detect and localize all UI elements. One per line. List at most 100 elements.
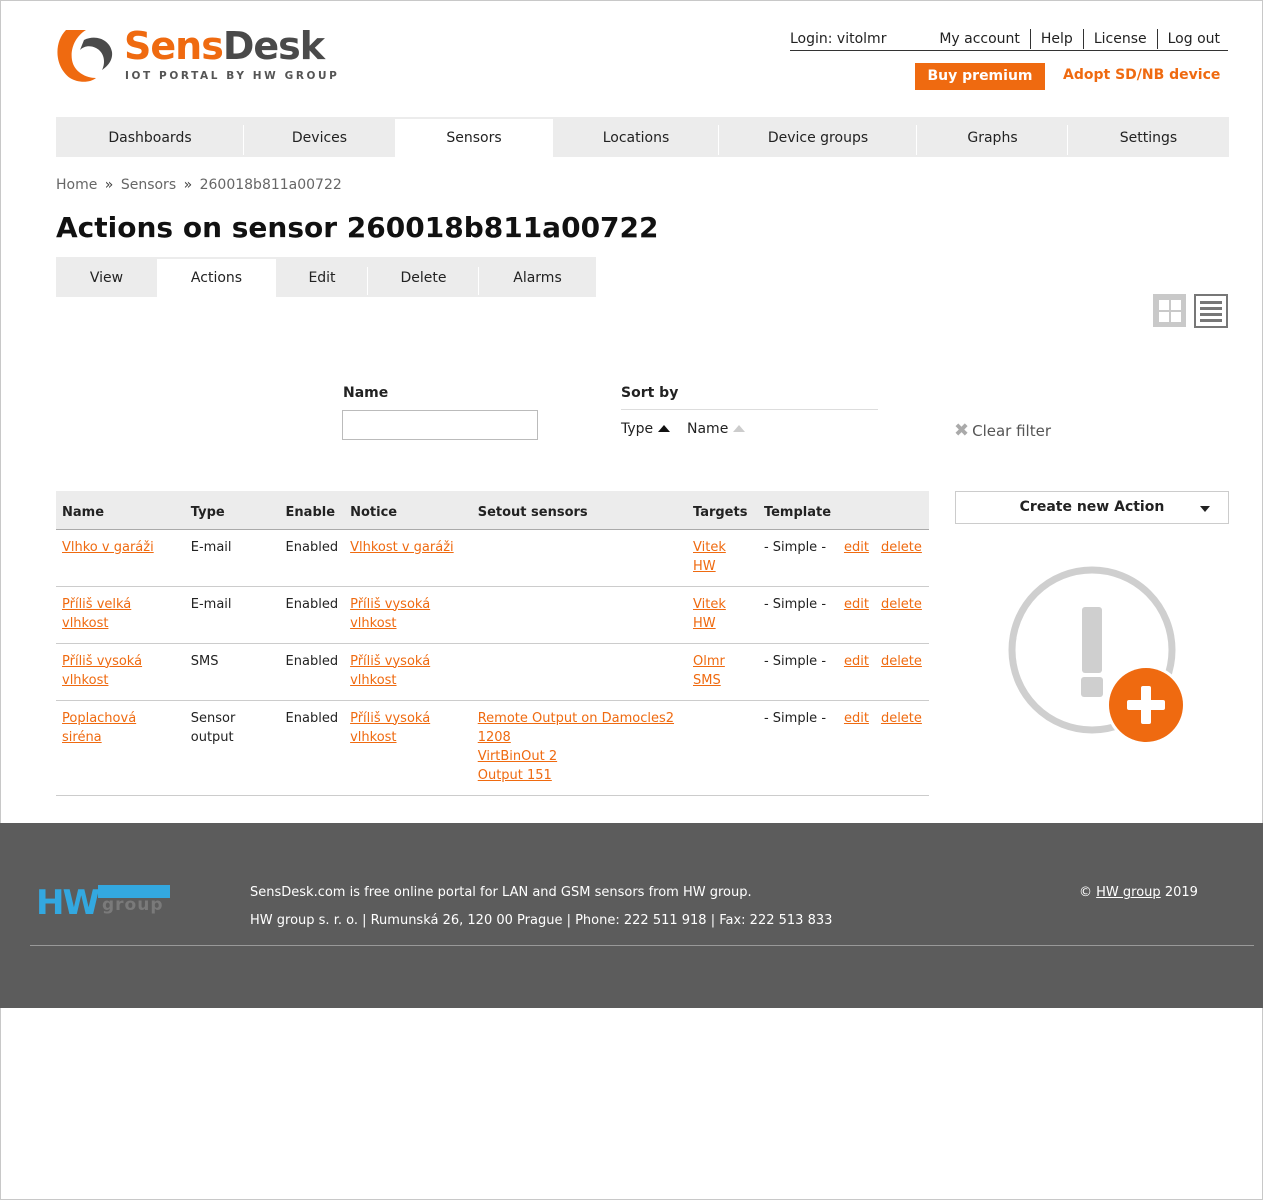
tab-view[interactable]: View xyxy=(56,257,157,297)
delete-link[interactable]: delete xyxy=(881,711,922,726)
nav-graphs[interactable]: Graphs xyxy=(917,117,1068,157)
setout-sensor-link[interactable]: VirtBinOut 2 xyxy=(478,749,557,764)
footer: HW group SensDesk.com is free online por… xyxy=(0,823,1263,1008)
setout-sensor-link[interactable]: Output 151 xyxy=(478,768,552,783)
footer-description: SensDesk.com is free online portal for L… xyxy=(250,885,752,900)
notice-link[interactable]: Příliš vysoká vlhkost xyxy=(350,711,430,745)
logout-link[interactable]: Log out xyxy=(1156,28,1228,49)
footer-address: HW group s. r. o. | Rumunská 26, 120 00 … xyxy=(250,913,833,928)
template-value: - Simple - xyxy=(757,700,838,796)
nav-locations[interactable]: Locations xyxy=(553,117,719,157)
col-type[interactable]: Type xyxy=(184,491,280,530)
tab-edit[interactable]: Edit xyxy=(276,257,368,297)
col-name[interactable]: Name xyxy=(56,491,185,530)
nav-dashboards[interactable]: Dashboards xyxy=(56,117,244,157)
sensdesk-logo-icon xyxy=(57,30,113,82)
action-enable: Enabled xyxy=(279,700,345,796)
target-link[interactable]: Olmr SMS xyxy=(693,654,725,688)
help-link[interactable]: Help xyxy=(1029,28,1083,49)
sensdesk-logo[interactable]: SensDesk IOT PORTAL BY HW GROUP xyxy=(56,24,337,86)
brand-name: SensDesk xyxy=(124,24,325,68)
tab-actions[interactable]: Actions xyxy=(157,259,276,297)
account-bar: Login: vitolmr My account Help License L… xyxy=(790,27,1228,51)
action-name-link[interactable]: Příliš vysoká vlhkost xyxy=(62,654,142,688)
col-setout[interactable]: Setout sensors xyxy=(471,491,687,530)
edit-link[interactable]: edit xyxy=(844,540,869,555)
tab-delete[interactable]: Delete xyxy=(368,257,479,297)
filter-name-label: Name xyxy=(343,385,389,401)
col-notice[interactable]: Notice xyxy=(344,491,472,530)
alert-add-icon[interactable] xyxy=(1005,565,1190,750)
breadcrumb-home[interactable]: Home xyxy=(56,177,97,193)
clear-x-icon: ✖ xyxy=(954,420,970,441)
edit-link[interactable]: edit xyxy=(844,711,869,726)
clear-filter-link[interactable]: ✖ Clear filter xyxy=(954,420,1051,441)
action-name-link[interactable]: Vlhko v garáži xyxy=(62,540,154,555)
login-text: Login: vitolmr xyxy=(790,30,887,47)
footer-copyright: © HW group 2019 xyxy=(1079,885,1198,900)
my-account-link[interactable]: My account xyxy=(929,29,1030,49)
action-type: SMS xyxy=(184,643,280,701)
nav-settings[interactable]: Settings xyxy=(1068,117,1229,157)
col-delete xyxy=(874,491,929,530)
notice-link[interactable]: Vlhkost v garáži xyxy=(350,540,454,555)
nav-devices[interactable]: Devices xyxy=(244,117,395,157)
sort-by-type[interactable]: Type xyxy=(621,421,671,437)
filter-name-input[interactable] xyxy=(342,410,538,440)
template-value: - Simple - xyxy=(757,643,838,701)
table-row: Příliš velká vlhkost E-mail Enabled Příl… xyxy=(56,586,929,644)
buy-premium-button[interactable]: Buy premium xyxy=(915,63,1045,90)
action-name-link[interactable]: Příliš velká vlhkost xyxy=(62,597,131,631)
action-type: E-mail xyxy=(184,586,280,644)
page-title: Actions on sensor 260018b811a00722 xyxy=(56,211,659,244)
setout-cell: Remote Output on Damocles2 1208 VirtBinO… xyxy=(471,700,687,796)
delete-link[interactable]: delete xyxy=(881,654,922,669)
create-new-action-button[interactable]: Create new Action xyxy=(955,491,1229,524)
hw-group-logo-icon[interactable]: HW group xyxy=(36,881,186,923)
sort-up-arrow-icon xyxy=(658,425,671,432)
brand-tagline: IOT PORTAL BY HW GROUP xyxy=(125,70,340,82)
template-value: - Simple - xyxy=(757,529,838,587)
adopt-device-link[interactable]: Adopt SD/NB device xyxy=(1063,67,1220,83)
notice-link[interactable]: Příliš vysoká vlhkost xyxy=(350,597,430,631)
template-value: - Simple - xyxy=(757,586,838,644)
list-view-icon[interactable] xyxy=(1194,294,1228,328)
setout-sensor-link[interactable]: Remote Output on Damocles2 1208 xyxy=(478,711,674,745)
action-enable: Enabled xyxy=(279,529,345,587)
main-nav: Dashboards Devices Sensors Locations Dev… xyxy=(56,117,1229,157)
target-link[interactable]: Vitek HW xyxy=(693,597,726,631)
setout-cell xyxy=(471,586,687,644)
grid-view-icon[interactable] xyxy=(1153,294,1186,327)
col-template[interactable]: Template xyxy=(757,491,838,530)
sort-by-name[interactable]: Name xyxy=(687,421,746,437)
target-link[interactable]: Vitek HW xyxy=(693,540,726,574)
actions-table: Name Type Enable Notice Setout sensors T… xyxy=(56,491,929,796)
col-targets[interactable]: Targets xyxy=(687,491,758,530)
sort-by-label: Sort by xyxy=(621,385,679,401)
nav-device-groups[interactable]: Device groups xyxy=(719,117,917,157)
action-enable: Enabled xyxy=(279,643,345,701)
notice-link[interactable]: Příliš vysoká vlhkost xyxy=(350,654,430,688)
setout-cell xyxy=(471,529,687,587)
dropdown-caret-icon xyxy=(1200,506,1210,512)
action-enable: Enabled xyxy=(279,586,345,644)
table-row: Příliš vysoká vlhkost SMS Enabled Příliš… xyxy=(56,643,929,701)
col-edit xyxy=(837,491,875,530)
hw-group-link[interactable]: HW group xyxy=(1096,885,1161,900)
breadcrumb-sensors[interactable]: Sensors xyxy=(121,177,176,193)
delete-link[interactable]: delete xyxy=(881,540,922,555)
col-enable[interactable]: Enable xyxy=(279,491,345,530)
sort-divider xyxy=(621,409,878,410)
action-name-link[interactable]: Poplachová siréna xyxy=(62,711,136,745)
action-type: E-mail xyxy=(184,529,280,587)
delete-link[interactable]: delete xyxy=(881,597,922,612)
tab-alarms[interactable]: Alarms xyxy=(479,257,596,297)
breadcrumb-current: 260018b811a00722 xyxy=(199,177,342,193)
table-row: Vlhko v garáži E-mail Enabled Vlhkost v … xyxy=(56,529,929,587)
nav-sensors[interactable]: Sensors xyxy=(395,119,553,157)
edit-link[interactable]: edit xyxy=(844,597,869,612)
edit-link[interactable]: edit xyxy=(844,654,869,669)
license-link[interactable]: License xyxy=(1082,28,1157,49)
table-row: Poplachová siréna Sensor output Enabled … xyxy=(56,700,929,796)
table-header-row: Name Type Enable Notice Setout sensors T… xyxy=(56,491,929,530)
